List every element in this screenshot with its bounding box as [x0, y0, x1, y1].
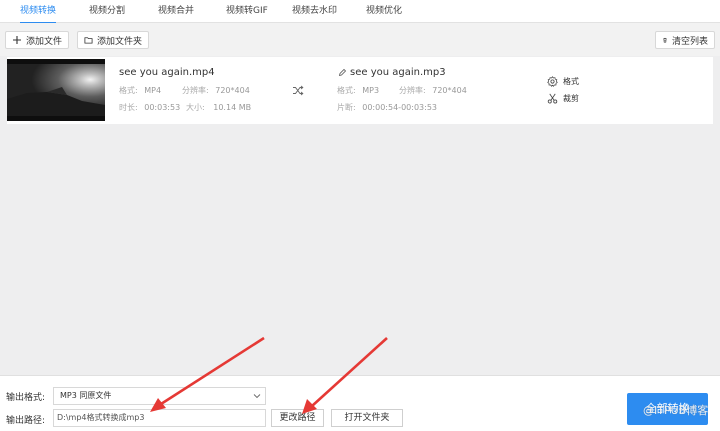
format-label: 格式	[563, 76, 579, 86]
list-item[interactable]: see you again.mp4 格式: MP4 分辨率: 720*404 时…	[7, 57, 713, 124]
format-settings-button[interactable]: 格式	[547, 74, 579, 88]
tab-bar: 视频转换 视频分割 视频合并 视频转GIF 视频去水印 视频优化	[0, 0, 720, 24]
output-path-label: 输出路径:	[6, 416, 46, 426]
file-list: see you again.mp4 格式: MP4 分辨率: 720*404 时…	[0, 56, 720, 375]
chevron-down-icon	[253, 394, 261, 399]
output-format-value: MP3 同原文件	[60, 391, 112, 400]
trash-icon	[663, 37, 667, 43]
add-folder-label: 添加文件夹	[96, 36, 142, 47]
target-file-name[interactable]: see you again.mp3	[350, 67, 446, 78]
tab-video-remove-watermark[interactable]: 视频去水印	[292, 0, 337, 23]
clear-list-button[interactable]: 清空列表	[655, 31, 715, 49]
source-duration: 时长: 00:03:53	[119, 103, 181, 112]
scissors-icon	[547, 93, 558, 103]
toolbar: 添加文件 添加文件夹 清空列表	[0, 23, 720, 56]
add-file-label: 添加文件	[25, 36, 62, 47]
plus-icon	[12, 36, 21, 44]
tab-video-optimize[interactable]: 视频优化	[366, 0, 402, 23]
trim-label: 裁剪	[563, 93, 579, 103]
shuffle-icon	[293, 85, 304, 96]
open-folder-button[interactable]: 打开文件夹	[331, 409, 403, 427]
target-clip-range: 片断: 00:00:54-00:03:53	[337, 103, 437, 112]
source-size: 大小: 10.14 MB	[186, 103, 252, 112]
output-settings-panel: 输出格式: MP3 同原文件 输出路径: D:\mp4格式转换成mp3 更改路径…	[0, 375, 720, 431]
output-format-select[interactable]: MP3 同原文件	[53, 387, 266, 405]
add-folder-button[interactable]: 添加文件夹	[77, 31, 149, 49]
clear-list-label: 清空列表	[671, 36, 708, 47]
output-path-input[interactable]: D:\mp4格式转换成mp3	[53, 409, 266, 427]
source-resolution: 分辨率: 720*404	[182, 86, 250, 95]
folder-icon	[84, 37, 93, 44]
source-format: 格式: MP4	[119, 86, 162, 95]
output-format-label: 输出格式:	[6, 393, 46, 403]
trim-button[interactable]: 裁剪	[547, 91, 579, 105]
tab-video-merge[interactable]: 视频合并	[158, 0, 194, 23]
change-path-button[interactable]: 更改路径	[271, 409, 324, 427]
gear-icon	[547, 75, 558, 87]
tab-video-split[interactable]: 视频分割	[89, 0, 125, 23]
tab-video-to-gif[interactable]: 视频转GIF	[226, 0, 268, 23]
target-format: 格式: MP3	[337, 86, 380, 95]
pencil-icon[interactable]	[338, 68, 347, 77]
tab-video-convert[interactable]: 视频转换	[20, 0, 57, 24]
watermark: @ITPUB博客	[643, 404, 709, 417]
add-file-button[interactable]: 添加文件	[5, 31, 69, 49]
source-file-name: see you again.mp4	[119, 67, 215, 78]
video-thumbnail	[7, 59, 105, 121]
target-resolution: 分辨率: 720*404	[399, 86, 467, 95]
